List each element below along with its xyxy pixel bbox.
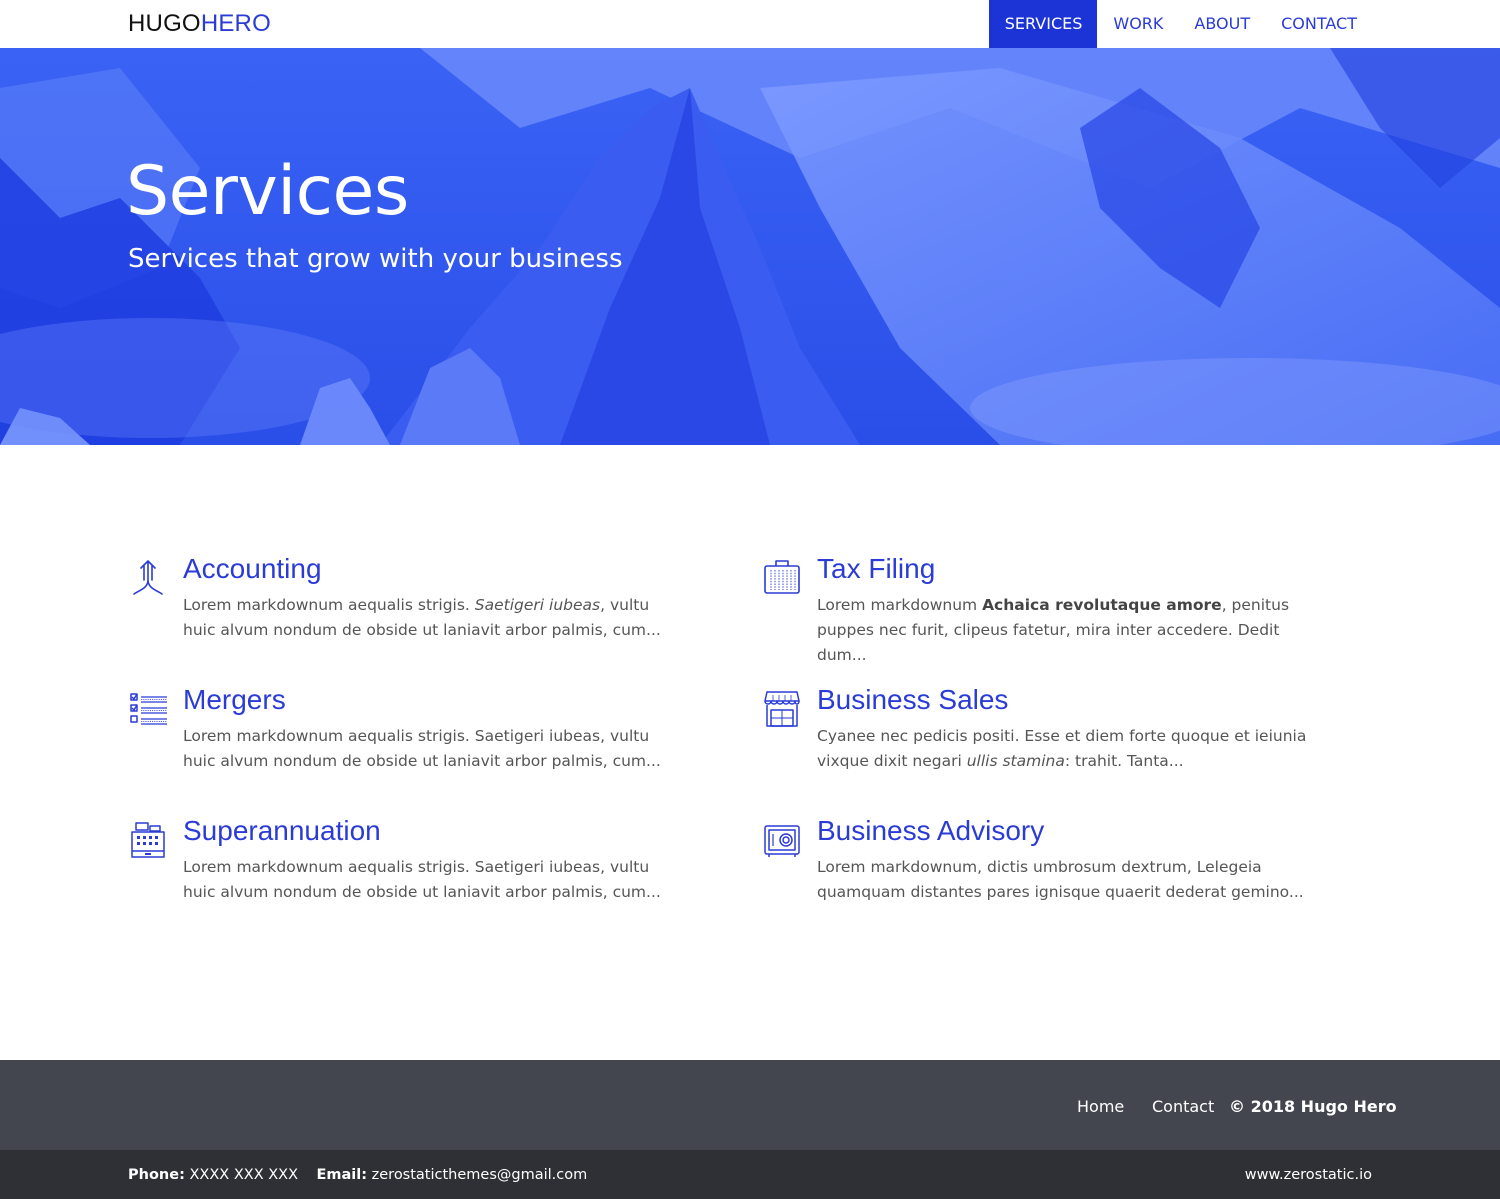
phone-number[interactable]: XXXX XXX XXX [189,1167,298,1183]
main-nav: SERVICES WORK ABOUT CONTACT [988,0,1372,48]
service-title[interactable]: Tax Filing [817,553,935,585]
site-logo[interactable]: HUGOHERO [128,10,271,38]
storefront-icon [764,691,800,727]
nav-item-work[interactable]: WORK [1097,0,1178,48]
footer-link-home[interactable]: Home [1077,1097,1124,1116]
logo-part-hero: HERO [200,10,271,37]
logo-part-hugo: HUGO [128,10,201,37]
nav-item-about[interactable]: ABOUT [1178,0,1265,48]
service-title[interactable]: Accounting [183,553,322,585]
service-title[interactable]: Business Advisory [817,815,1044,847]
merge-arrows-icon [133,560,163,595]
cash-register-icon [131,822,165,858]
copyright: © 2018 Hugo Hero [1229,1097,1397,1116]
site-header: HUGOHERO SERVICES WORK ABOUT CONTACT [0,0,1500,48]
nav-item-services[interactable]: SERVICES [988,0,1098,48]
page-subtitle: Services that grow with your business [128,244,623,274]
footer-link-contact[interactable]: Contact [1152,1097,1214,1116]
email-address[interactable]: zerostaticthemes@gmail.com [372,1167,588,1183]
safe-icon [764,825,800,857]
nav-item-contact[interactable]: CONTACT [1265,0,1372,48]
site-footer: Home Contact © 2018 Hugo Hero [0,1060,1500,1150]
website-link[interactable]: www.zerostatic.io [1245,1167,1372,1183]
contact-info: Phone: XXXX XXX XXX Email: zerostaticthe… [128,1167,587,1183]
service-title[interactable]: Superannuation [183,815,381,847]
service-description: Lorem markdownum aequalis strigis. Saeti… [183,596,661,639]
service-description: Lorem markdownum aequalis strigis. Saeti… [183,727,661,770]
checklist-icon [130,693,167,725]
service-description: Cyanee nec pedicis positi. Esse et diem … [817,727,1307,770]
service-title[interactable]: Mergers [183,684,286,716]
phone-label: Phone: [128,1167,185,1183]
service-description: Lorem markdownum aequalis strigis. Saeti… [183,858,661,901]
service-description: Lorem markdownum Achaica revolutaque amo… [817,596,1290,664]
sub-footer: Phone: XXXX XXX XXX Email: zerostaticthe… [0,1150,1500,1199]
service-description: Lorem markdownum, dictis umbrosum dextru… [817,858,1304,901]
service-title[interactable]: Business Sales [817,684,1008,716]
page-title: Services [126,152,409,231]
email-label: Email: [316,1167,368,1183]
briefcase-icon [764,560,800,594]
hero-banner: Services Services that grow with your bu… [0,48,1500,445]
